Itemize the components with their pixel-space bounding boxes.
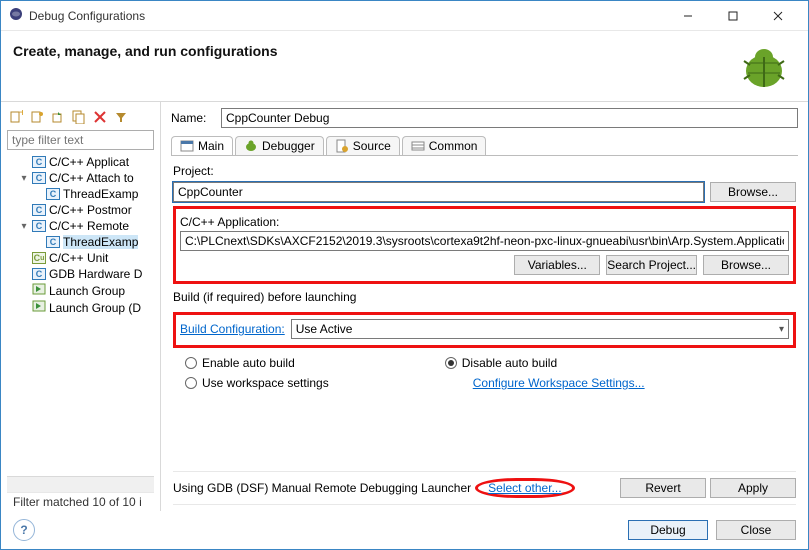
c-icon: C — [46, 188, 60, 200]
tab-debugger[interactable]: Debugger — [235, 136, 324, 155]
tree-node-threadexample-remote[interactable]: CThreadExamp — [7, 234, 154, 250]
select-other-link[interactable]: Select other... — [488, 481, 561, 495]
tree-node-cpp-application[interactable]: CC/C++ Applicat — [7, 154, 154, 170]
enable-auto-build-label: Enable auto build — [202, 356, 295, 370]
project-input[interactable] — [173, 182, 704, 202]
new-prototype-icon[interactable] — [28, 108, 46, 126]
variables-button[interactable]: Variables... — [514, 255, 600, 275]
tree-node-gdb-hardware[interactable]: CGDB Hardware D — [7, 266, 154, 282]
disable-auto-build-radio[interactable]: Disable auto build — [445, 356, 557, 370]
tree-node-cpp-unit[interactable]: CuC/C++ Unit — [7, 250, 154, 266]
close-window-button[interactable] — [755, 2, 800, 30]
name-label: Name: — [171, 111, 215, 125]
window-title: Debug Configurations — [29, 9, 665, 23]
dialog-header: Create, manage, and run configurations — [1, 31, 808, 102]
svg-text:+: + — [19, 110, 23, 119]
debug-button[interactable]: Debug — [628, 520, 708, 540]
tree-node-cpp-attach[interactable]: ▾CC/C++ Attach to — [7, 170, 154, 186]
build-configuration-link[interactable]: Build Configuration: — [180, 322, 285, 336]
disable-auto-build-label: Disable auto build — [462, 356, 557, 370]
config-tree[interactable]: CC/C++ Applicat ▾CC/C++ Attach to CThrea… — [7, 154, 154, 476]
debug-bug-icon — [738, 43, 790, 91]
debugger-tab-icon — [244, 139, 258, 153]
c-icon: C — [32, 156, 46, 168]
close-button[interactable]: Close — [716, 520, 796, 540]
expand-icon[interactable]: ▾ — [19, 173, 29, 184]
tree-node-threadexample-attach[interactable]: CThreadExamp — [7, 186, 154, 202]
new-config-icon[interactable]: + — [7, 108, 25, 126]
duplicate-icon[interactable] — [70, 108, 88, 126]
build-configuration-value: Use Active — [296, 322, 353, 336]
tab-main-label: Main — [198, 139, 224, 153]
select-other-redcircle: Select other... — [475, 478, 574, 498]
config-tabs: Main Debugger Source Common — [171, 136, 798, 156]
source-tab-icon — [335, 139, 349, 153]
revert-button[interactable]: Revert — [620, 478, 706, 498]
radio-checked-icon — [445, 357, 457, 369]
launch-group-icon — [32, 283, 46, 298]
minimize-button[interactable] — [665, 2, 710, 30]
delete-config-icon[interactable] — [91, 108, 109, 126]
name-input[interactable] — [221, 108, 798, 128]
browse-app-button[interactable]: Browse... — [703, 255, 789, 275]
tab-source[interactable]: Source — [326, 136, 400, 155]
c-unit-icon: Cu — [32, 252, 46, 264]
radio-icon — [185, 357, 197, 369]
tree-node-cpp-postmortem[interactable]: CC/C++ Postmor — [7, 202, 154, 218]
config-toolbar: + — [7, 106, 154, 130]
application-label: C/C++ Application: — [180, 215, 789, 229]
tab-common-label: Common — [429, 139, 478, 153]
c-icon: C — [32, 204, 46, 216]
filter-icon[interactable] — [112, 108, 130, 126]
configure-workspace-settings-link[interactable]: Configure Workspace Settings... — [473, 376, 645, 390]
tree-node-launch-group[interactable]: Launch Group — [7, 282, 154, 299]
enable-auto-build-radio[interactable]: Enable auto build — [185, 356, 295, 370]
chevron-down-icon: ▾ — [779, 324, 784, 335]
build-config-redbox: Build Configuration: Use Active ▾ — [173, 312, 796, 348]
expand-icon[interactable]: ▾ — [19, 221, 29, 232]
tab-common[interactable]: Common — [402, 136, 487, 155]
common-tab-icon — [411, 139, 425, 153]
launcher-text: Using GDB (DSF) Manual Remote Debugging … — [173, 481, 471, 495]
filter-input[interactable] — [7, 130, 154, 150]
titlebar: Debug Configurations — [1, 1, 808, 31]
horizontal-scrollbar[interactable] — [7, 476, 154, 492]
radio-icon — [185, 377, 197, 389]
c-icon: C — [32, 220, 46, 232]
maximize-button[interactable] — [710, 2, 755, 30]
application-redbox: C/C++ Application: Variables... Search P… — [173, 206, 796, 284]
tree-node-cpp-remote[interactable]: ▾CC/C++ Remote — [7, 218, 154, 234]
use-workspace-settings-radio[interactable]: Use workspace settings — [185, 376, 329, 390]
filter-status: Filter matched 10 of 10 i — [7, 492, 154, 511]
main-tab-icon — [180, 139, 194, 153]
export-icon[interactable] — [49, 108, 67, 126]
dialog-footer: ? Debug Close — [1, 511, 808, 549]
header-title: Create, manage, and run configurations — [13, 43, 738, 59]
build-configuration-select[interactable]: Use Active ▾ — [291, 319, 789, 339]
tree-node-launch-group-deprecated[interactable]: Launch Group (D — [7, 299, 154, 316]
build-group-label: Build (if required) before launching — [173, 290, 796, 304]
c-icon: C — [32, 268, 46, 280]
use-workspace-settings-label: Use workspace settings — [202, 376, 329, 390]
left-panel: + CC/C++ Applicat ▾CC/C++ Attach to CThr… — [1, 102, 161, 511]
project-label: Project: — [173, 164, 796, 178]
launch-group-icon — [32, 300, 46, 315]
tab-source-label: Source — [353, 139, 391, 153]
application-input[interactable] — [180, 231, 789, 251]
right-panel: Name: Main Debugger Source Common Projec… — [161, 102, 808, 511]
browse-project-button[interactable]: Browse... — [710, 182, 796, 202]
tab-main[interactable]: Main — [171, 136, 233, 155]
tab-debugger-label: Debugger — [262, 139, 315, 153]
search-project-button[interactable]: Search Project... — [606, 255, 697, 275]
c-icon: C — [46, 236, 60, 248]
c-icon: C — [32, 172, 46, 184]
eclipse-icon — [9, 7, 23, 24]
apply-button[interactable]: Apply — [710, 478, 796, 498]
help-icon[interactable]: ? — [13, 519, 35, 541]
